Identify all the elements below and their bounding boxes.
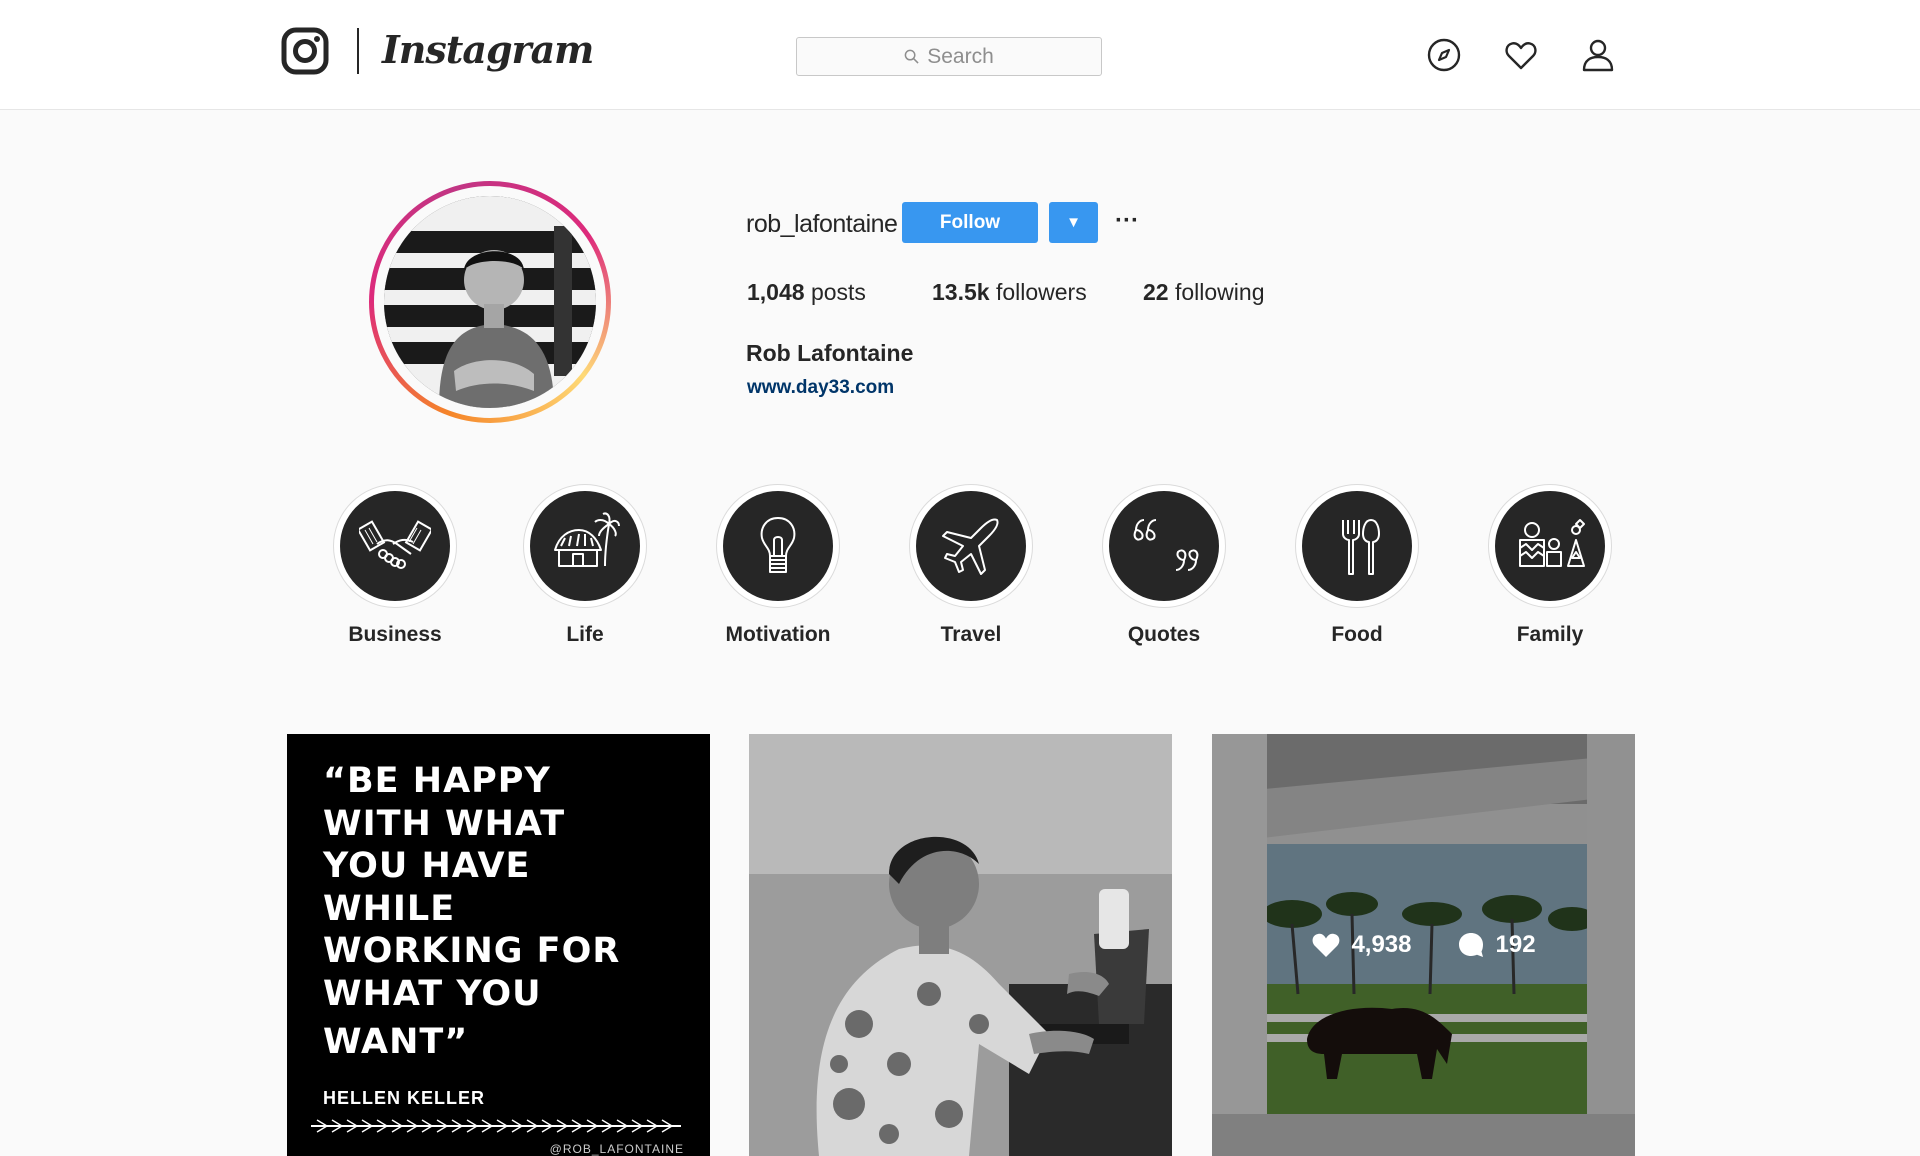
quote-marks-icon: [1133, 519, 1199, 571]
heart-icon[interactable]: [1504, 38, 1538, 72]
followers-label: followers: [995, 279, 1087, 305]
quote-line: WITH WHAT: [323, 803, 566, 844]
profile-full-name: Rob Lafontaine: [746, 340, 914, 366]
top-nav: Instagram Search: [0, 0, 1920, 110]
following-label: following: [1174, 279, 1265, 305]
profile-website-link[interactable]: www.day33.com: [747, 377, 894, 399]
posts-count: 1,048: [747, 279, 805, 305]
heart-filled-icon: [1313, 933, 1340, 957]
user-icon[interactable]: [1581, 38, 1615, 72]
profile-photo-image: [384, 196, 596, 408]
highlight-label: Life: [566, 623, 604, 646]
fork-spoon-icon: [1342, 519, 1380, 575]
logo-divider: [357, 28, 359, 74]
post-photo-tile[interactable]: [749, 734, 1172, 1156]
highlight-food[interactable]: Food: [1295, 484, 1419, 647]
quote-handle: @ROB_LAFONTAINE: [549, 1142, 684, 1156]
highlight-motivation[interactable]: Motivation: [716, 484, 840, 647]
followers-count: 13.5k: [932, 279, 990, 305]
quote-line: WORKING FOR: [323, 931, 621, 971]
highlight-quotes[interactable]: Quotes: [1102, 484, 1226, 647]
quote-line: YOU HAVE: [323, 846, 531, 886]
highlight-label: Quotes: [1127, 623, 1201, 646]
quote-line: WHAT YOU: [323, 973, 542, 1014]
suggestions-dropdown-button[interactable]: ▼: [1049, 202, 1098, 243]
likes-count: 4,938: [1311, 930, 1412, 960]
posts-label: posts: [810, 279, 866, 305]
post-quote-text: “BE HAPPY WITH WHAT YOU HAVE WHILE WORKI…: [323, 760, 693, 1064]
instagram-logo-icon[interactable]: [281, 27, 329, 75]
search-icon: [904, 49, 919, 64]
comments-value: 192: [1495, 931, 1536, 958]
quote-line: “BE HAPPY: [323, 761, 551, 801]
post-quote-tile[interactable]: “BE HAPPY WITH WHAT YOU HAVE WHILE WORKI…: [287, 734, 710, 1156]
highlight-travel[interactable]: Travel: [909, 484, 1033, 647]
comment-bubble-icon: [1458, 933, 1483, 957]
post-engagement-counts: 4,938 192: [1212, 930, 1635, 960]
highlight-label: Travel: [940, 623, 1002, 646]
quote-line: WHILE: [323, 888, 456, 929]
highlight-life[interactable]: Life: [523, 484, 647, 647]
compass-icon[interactable]: [1427, 38, 1461, 72]
highlight-label: Family: [1516, 623, 1584, 646]
highlight-label: Motivation: [725, 623, 831, 646]
followers-stat[interactable]: 13.5k followers: [932, 279, 1087, 306]
family-icon: [1519, 519, 1585, 567]
profile-avatar[interactable]: [369, 181, 611, 423]
highlight-business[interactable]: Business: [333, 484, 457, 647]
instagram-wordmark[interactable]: Instagram: [382, 20, 594, 80]
decorative-arrow-rule: [311, 1119, 681, 1133]
hut-icon: [554, 512, 620, 567]
comments-count: 192: [1456, 930, 1536, 960]
avatar-photo: [384, 196, 596, 408]
search-placeholder: Search: [927, 44, 994, 68]
post-photo-tile-hover[interactable]: 4,938 192: [1212, 734, 1635, 1156]
following-stat[interactable]: 22 following: [1143, 279, 1264, 306]
posts-stat: 1,048 posts: [747, 279, 866, 306]
quote-line: WANT”: [323, 1022, 469, 1062]
airplane-icon: [942, 518, 999, 575]
lightbulb-icon: [760, 517, 796, 573]
search-input[interactable]: Search: [796, 37, 1102, 76]
highlight-label: Food: [1331, 623, 1383, 646]
more-options-button[interactable]: ···: [1112, 205, 1142, 237]
man-at-laptop-photo: [749, 734, 1172, 1156]
profile-username: rob_lafontaine: [746, 210, 898, 238]
follow-button[interactable]: Follow: [902, 202, 1038, 243]
handshake-icon: [359, 520, 431, 569]
likes-value: 4,938: [1351, 931, 1412, 958]
following-count: 22: [1143, 279, 1169, 305]
highlight-family[interactable]: Family: [1488, 484, 1612, 647]
quote-author: HELLEN KELLER: [323, 1088, 486, 1108]
highlight-label: Business: [348, 623, 442, 646]
